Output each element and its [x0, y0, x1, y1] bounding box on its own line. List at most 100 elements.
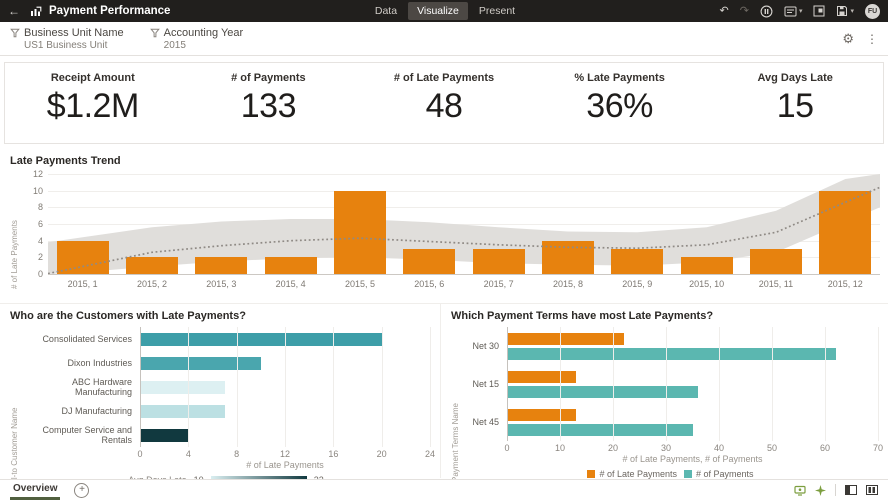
- x-tick: 20: [377, 449, 387, 459]
- trend-bar[interactable]: [473, 249, 525, 274]
- add-canvas-button[interactable]: +: [74, 483, 89, 498]
- category-label: Computer Service and Rentals: [22, 425, 140, 445]
- trend-bar[interactable]: [126, 257, 178, 274]
- canvas-tab-overview[interactable]: Overview: [10, 480, 60, 500]
- late-payments-trend-panel: Late Payments Trend # of Late Payments 0…: [0, 148, 888, 303]
- kpi-value: 48: [426, 87, 463, 126]
- kpi-receipt-amount[interactable]: Receipt Amount $1.2M: [5, 63, 181, 143]
- canvas-properties-icon[interactable]: ▾: [784, 6, 803, 17]
- kpi-label: % Late Payments: [574, 72, 664, 84]
- x-tick: 2015, 1: [48, 279, 117, 289]
- y-tick: 8: [38, 202, 43, 212]
- bottom-charts-row: Who are the Customers with Late Payments…: [0, 303, 888, 478]
- trend-bar[interactable]: [195, 257, 247, 274]
- x-tick: 2015, 4: [256, 279, 325, 289]
- trend-bar[interactable]: [611, 249, 663, 274]
- chart-title: Late Payments Trend: [10, 155, 880, 167]
- kpi-label: # of Payments: [231, 72, 306, 84]
- trend-bar[interactable]: [334, 191, 386, 274]
- canvas-tab-bar: Overview +: [0, 479, 888, 500]
- x-tick: 0: [504, 443, 509, 453]
- x-tick: 24: [425, 449, 435, 459]
- kebab-menu-icon[interactable]: ⋮: [866, 32, 878, 46]
- data-refresh-icon[interactable]: [794, 485, 806, 496]
- legend-item-late: # of Late Payments: [587, 469, 677, 479]
- layout-single-icon[interactable]: [845, 485, 857, 495]
- x-tick: 40: [714, 443, 724, 453]
- kpi-value: 15: [777, 87, 814, 126]
- redo-icon[interactable]: ↷: [740, 6, 749, 17]
- chart-title: Who are the Customers with Late Payments…: [10, 310, 430, 322]
- kpi-pct-late-payments[interactable]: % Late Payments 36%: [532, 63, 708, 143]
- sparkle-icon[interactable]: [815, 485, 826, 496]
- x-tick: 2015, 8: [533, 279, 602, 289]
- terms-x-axis: 010203040506070: [507, 441, 878, 454]
- kpi-num-late-payments[interactable]: # of Late Payments 48: [356, 63, 532, 143]
- back-icon[interactable]: ←: [8, 4, 20, 18]
- trend-bar[interactable]: [265, 257, 317, 274]
- x-tick: 2015, 3: [187, 279, 256, 289]
- save-icon[interactable]: ▾: [836, 5, 854, 17]
- trend-bar[interactable]: [681, 257, 733, 274]
- filter-accounting-year[interactable]: Accounting Year 2015: [150, 27, 244, 51]
- kpi-label: # of Late Payments: [394, 72, 494, 84]
- filter-business-unit[interactable]: Business Unit Name US1 Business Unit: [10, 27, 124, 51]
- topbar-actions: ↶ ↷ ▾ ▾ FU: [720, 4, 880, 19]
- customers-y-axis-label: Bill-to Customer Name: [10, 327, 22, 488]
- gear-icon[interactable]: ⚙: [842, 31, 854, 47]
- y-tick: 4: [38, 236, 43, 246]
- undo-icon[interactable]: ↶: [720, 6, 729, 17]
- category-label: Net 30: [463, 341, 507, 351]
- x-tick: 60: [820, 443, 830, 453]
- x-tick: 2015, 7: [464, 279, 533, 289]
- kpi-value: 36%: [586, 87, 653, 126]
- trend-bar[interactable]: [542, 241, 594, 274]
- x-axis-label: # of Late Payments: [140, 460, 430, 472]
- tab-present[interactable]: Present: [470, 2, 524, 20]
- category-label: Net 45: [463, 417, 507, 427]
- y-tick: 10: [33, 186, 43, 196]
- filter-name: Accounting Year: [164, 27, 244, 39]
- filter-value: US1 Business Unit: [10, 40, 124, 51]
- x-tick: 2015, 5: [325, 279, 394, 289]
- kpi-avg-days-late[interactable]: Avg Days Late 15: [707, 63, 883, 143]
- trend-y-axis: # of Late Payments 024681012: [10, 174, 48, 289]
- x-tick: 70: [873, 443, 883, 453]
- x-tick: 10: [555, 443, 565, 453]
- top-bar: ← Payment Performance Data Visualize Pre…: [0, 0, 888, 22]
- trend-bar[interactable]: [819, 191, 871, 274]
- chevron-down-icon: ▾: [850, 8, 854, 15]
- category-label: DJ Manufacturing: [22, 406, 140, 416]
- x-tick: 2015, 11: [741, 279, 810, 289]
- trend-plot[interactable]: [48, 174, 880, 275]
- chart-title: Which Payment Terms have most Late Payme…: [451, 310, 878, 322]
- terms-chart-area[interactable]: Net 30Net 15Net 45 010203040506070 # of …: [463, 327, 878, 482]
- x-tick: 12: [280, 449, 290, 459]
- layout-split-icon[interactable]: [866, 485, 878, 495]
- trend-bar[interactable]: [750, 249, 802, 274]
- kpi-num-payments[interactable]: # of Payments 133: [181, 63, 357, 143]
- x-tick: 0: [137, 449, 142, 459]
- chevron-down-icon: ▾: [799, 8, 803, 15]
- category-label: Dixon Industries: [22, 358, 140, 368]
- y-axis-label: # of Late Payments: [10, 174, 19, 289]
- avatar[interactable]: FU: [865, 4, 880, 19]
- tab-visualize[interactable]: Visualize: [408, 2, 468, 20]
- customers-rows: Consolidated ServicesDixon IndustriesABC…: [22, 327, 430, 447]
- present-canvas-icon[interactable]: [813, 5, 825, 17]
- customers-chart-area[interactable]: Consolidated ServicesDixon IndustriesABC…: [22, 327, 430, 488]
- tab-data[interactable]: Data: [366, 2, 406, 20]
- terms-rows: Net 30Net 15Net 45: [463, 327, 878, 441]
- filter-value: 2015: [150, 40, 244, 51]
- trend-bar[interactable]: [403, 249, 455, 274]
- workbook-icon: [30, 5, 42, 17]
- trend-bar[interactable]: [57, 241, 109, 274]
- preview-icon[interactable]: [760, 5, 773, 18]
- y-tick: 6: [38, 219, 43, 229]
- x-axis-label: # of Late Payments, # of Payments: [507, 454, 878, 466]
- x-tick: 2015, 6: [395, 279, 464, 289]
- late-payments-swatch: [587, 470, 595, 478]
- terms-y-axis-label: Payment Terms Name: [451, 327, 463, 482]
- category-label: ABC Hardware Manufacturing: [22, 377, 140, 397]
- x-tick: 20: [608, 443, 618, 453]
